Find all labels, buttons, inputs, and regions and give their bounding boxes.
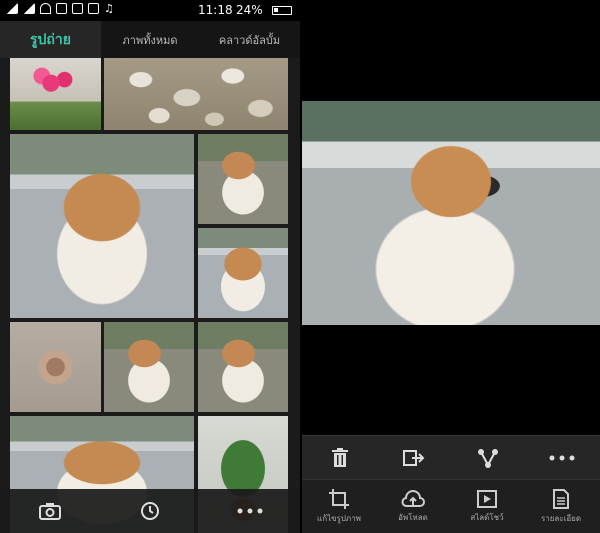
photo-viewer-screen: แก้ไขรูปภาพ อัพโหลด สไลด์โชว์ รายละเอียด	[302, 0, 600, 533]
tab-cloud-albums[interactable]: คลาวด์อัลบั้ม	[199, 21, 300, 58]
slideshow-label: สไลด์โชว์	[470, 513, 504, 522]
share-icon	[403, 450, 425, 466]
photo-thumbnail-tile[interactable]	[10, 322, 101, 412]
share-button[interactable]	[394, 436, 434, 480]
viewer-action-bar	[302, 435, 600, 479]
details-button[interactable]: รายละเอียด	[524, 480, 598, 533]
upload-button[interactable]: อัพโหลด	[376, 480, 450, 533]
clock-time: 11:18	[198, 3, 233, 17]
status-bar: ♫ 11:18 24%	[0, 0, 300, 21]
slideshow-button[interactable]: สไลด์โชว์	[450, 480, 524, 533]
wifi-icon	[40, 3, 51, 14]
photo-thumbnail-dog-2[interactable]	[198, 134, 288, 224]
photo-thumbnail-dog-4[interactable]	[104, 322, 194, 412]
details-icon	[553, 489, 569, 509]
gallery-screen: ♫ 11:18 24% รูปถ่าย ภาพทั้งหมด คลาวด์อัล…	[0, 0, 300, 533]
photo-thumbnail-stones[interactable]	[104, 58, 288, 130]
crop-icon	[329, 489, 349, 509]
signal-icon	[6, 3, 18, 14]
signal-icon-2	[23, 3, 35, 14]
battery-icon	[272, 6, 292, 15]
music-icon: ♫	[104, 2, 114, 15]
image-icon-2	[88, 3, 99, 14]
image-icon	[56, 3, 67, 14]
timeline-button[interactable]	[130, 489, 170, 533]
tab-all-images[interactable]: ภาพทั้งหมด	[101, 21, 199, 58]
edit-photo-button[interactable]: แก้ไขรูปภาพ	[302, 480, 376, 533]
more-icon	[237, 508, 263, 514]
more-options-button[interactable]	[542, 436, 582, 480]
trash-icon	[332, 448, 348, 467]
details-label: รายละเอียด	[540, 514, 582, 523]
gallery-tabs: รูปถ่าย ภาพทั้งหมด คลาวด์อัลบั้ม	[0, 21, 300, 58]
more-icon	[549, 455, 575, 461]
battery-percent: 24%	[236, 3, 263, 17]
photo-thumbnail-dog-large[interactable]	[10, 134, 194, 318]
mail-icon	[72, 3, 83, 14]
upload-label: อัพโหลด	[398, 513, 428, 522]
delete-button[interactable]	[320, 436, 360, 480]
photo-thumbnail-dog-5[interactable]	[198, 322, 288, 412]
cloud-upload-icon	[401, 490, 425, 507]
viewer-tool-bar: แก้ไขรูปภาพ อัพโหลด สไลด์โชว์ รายละเอียด	[302, 479, 600, 533]
tab-photos[interactable]: รูปถ่าย	[0, 21, 101, 58]
edit-photo-label: แก้ไขรูปภาพ	[317, 514, 361, 523]
photo-grid	[0, 58, 300, 533]
status-icons: ♫	[6, 3, 114, 14]
camera-button[interactable]	[30, 489, 70, 533]
full-photo-dog[interactable]	[302, 101, 600, 325]
more-options-button[interactable]	[230, 489, 270, 533]
send-button[interactable]	[468, 436, 508, 480]
clock-icon	[141, 502, 159, 520]
camera-icon	[39, 503, 61, 520]
play-icon	[477, 490, 497, 508]
gallery-bottom-bar	[0, 489, 300, 533]
photo-thumbnail-flower[interactable]	[10, 58, 101, 130]
send-icon	[478, 449, 498, 468]
photo-thumbnail-dog-3[interactable]	[198, 228, 288, 318]
